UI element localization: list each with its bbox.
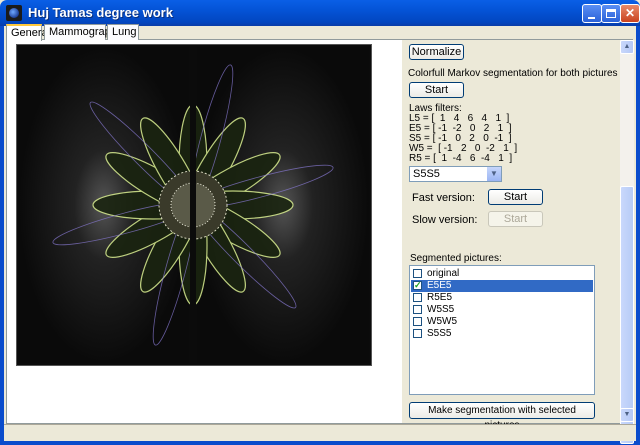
laws-filters: Laws filters: L5 = [ 1 4 6 4 1 ] E5 = [ … — [409, 104, 517, 164]
scroll-up-icon[interactable]: ▲ — [620, 40, 634, 54]
fast-start-button[interactable]: Start — [488, 189, 543, 205]
checkbox[interactable] — [413, 317, 422, 326]
scroll-thumb[interactable] — [620, 186, 634, 444]
flower-texture-image — [16, 44, 372, 366]
slow-version-label: Slow version: — [412, 214, 478, 226]
minimize-icon — [588, 17, 595, 19]
segmented-title: Segmented pictures: — [410, 253, 502, 264]
list-item[interactable]: W5W5 — [411, 316, 593, 328]
list-item[interactable]: original — [411, 268, 593, 280]
checkbox[interactable] — [413, 305, 422, 314]
list-item[interactable]: R5E5 — [411, 292, 593, 304]
tab-general[interactable]: General — [6, 24, 50, 41]
scroll-down-icon[interactable]: ▼ — [620, 408, 634, 422]
tab-mammography[interactable]: Mammography — [44, 24, 122, 40]
filter-select-value: S5S5 — [413, 168, 440, 180]
window-frame-right — [636, 26, 640, 445]
markov-description: Colorfull Markov segmentation for both p… — [408, 68, 618, 79]
checkbox[interactable] — [413, 329, 422, 338]
window-frame-left — [0, 26, 4, 445]
texture-images — [17, 45, 371, 365]
filter-select[interactable]: S5S5 ▼ — [409, 166, 502, 182]
window-title: Huj Tamas degree work — [28, 5, 173, 20]
close-button[interactable]: ✕ — [620, 4, 640, 23]
segmented-pictures-list[interactable]: original E5E5 R5E5 W5S5 W5W5 S5S5 — [409, 265, 595, 395]
title-bar[interactable]: Huj Tamas degree work ✕ — [0, 0, 640, 26]
close-icon: ✕ — [624, 6, 636, 20]
window-frame-bottom — [0, 441, 640, 445]
checkbox[interactable] — [413, 269, 422, 278]
status-bar — [4, 424, 636, 441]
make-segmentation-button[interactable]: Make segmentation with selected pictures — [409, 402, 595, 431]
list-item[interactable]: E5E5 — [411, 279, 593, 292]
checkbox[interactable] — [413, 279, 422, 291]
maximize-icon — [606, 9, 616, 18]
chevron-down-icon[interactable]: ▼ — [486, 167, 501, 181]
laws-line-r5: R5 = [ 1 -4 6 -4 1 ] — [409, 153, 513, 164]
list-item[interactable]: W5S5 — [411, 304, 593, 316]
slow-start-button[interactable]: Start — [488, 211, 543, 227]
vertical-scrollbar[interactable]: ▲ ▼ — [620, 40, 634, 444]
minimize-button[interactable] — [582, 4, 602, 23]
markov-start-button[interactable]: Start — [409, 82, 464, 98]
checkbox[interactable] — [413, 293, 422, 302]
fast-version-label: Fast version: — [412, 192, 475, 204]
app-icon[interactable] — [6, 5, 22, 21]
tab-lung[interactable]: Lung — [107, 24, 139, 40]
list-item[interactable]: S5S5 — [411, 328, 593, 340]
maximize-button[interactable] — [601, 4, 621, 23]
normalize-button[interactable]: Normalize — [409, 44, 464, 60]
